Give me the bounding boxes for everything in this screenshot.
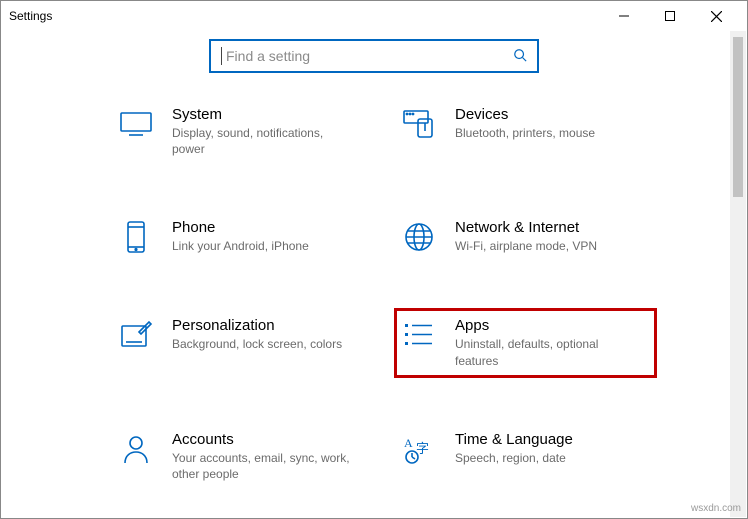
- text-caret: [221, 47, 222, 65]
- settings-window: Settings Find a setting System D: [0, 0, 748, 519]
- devices-icon: [401, 106, 437, 142]
- personalization-icon: [118, 317, 154, 353]
- tile-desc: Uninstall, defaults, optional features: [455, 336, 635, 368]
- window-title: Settings: [9, 9, 52, 23]
- tile-label: Personalization: [172, 317, 342, 334]
- tile-label: Network & Internet: [455, 219, 597, 236]
- search-placeholder: Find a setting: [226, 48, 513, 64]
- maximize-icon: [665, 11, 675, 21]
- tile-desc: Display, sound, notifications, power: [172, 125, 352, 157]
- tile-desc: Bluetooth, printers, mouse: [455, 125, 595, 141]
- tile-label: Devices: [455, 106, 595, 123]
- minimize-button[interactable]: [601, 1, 647, 31]
- tile-desc: Background, lock screen, colors: [172, 336, 342, 352]
- tile-personalization[interactable]: Personalization Background, lock screen,…: [111, 308, 374, 377]
- tile-desc: Your accounts, email, sync, work, other …: [172, 450, 352, 482]
- time-language-icon: A字: [401, 431, 437, 467]
- tile-devices[interactable]: Devices Bluetooth, printers, mouse: [394, 97, 657, 166]
- tile-network[interactable]: Network & Internet Wi-Fi, airplane mode,…: [394, 210, 657, 264]
- vertical-scrollbar[interactable]: [730, 31, 746, 517]
- phone-icon: [118, 219, 154, 255]
- titlebar: Settings: [1, 1, 747, 31]
- network-icon: [401, 219, 437, 255]
- search-icon: [513, 48, 527, 65]
- tile-label: Accounts: [172, 431, 352, 448]
- minimize-icon: [619, 11, 629, 21]
- tile-desc: Wi-Fi, airplane mode, VPN: [455, 238, 597, 254]
- tile-apps[interactable]: Apps Uninstall, defaults, optional featu…: [394, 308, 657, 377]
- tile-desc: Link your Android, iPhone: [172, 238, 309, 254]
- search-container: Find a setting: [1, 31, 747, 97]
- close-icon: [711, 11, 722, 22]
- close-button[interactable]: [693, 1, 739, 31]
- scrollbar-thumb[interactable]: [733, 37, 743, 197]
- apps-icon: [401, 317, 437, 353]
- tile-label: Apps: [455, 317, 635, 334]
- tile-system[interactable]: System Display, sound, notifications, po…: [111, 97, 374, 166]
- search-input[interactable]: Find a setting: [209, 39, 539, 73]
- watermark: wsxdn.com: [691, 503, 741, 514]
- tile-phone[interactable]: Phone Link your Android, iPhone: [111, 210, 374, 264]
- settings-grid: System Display, sound, notifications, po…: [1, 97, 747, 491]
- tile-desc: Speech, region, date: [455, 450, 573, 466]
- tile-label: System: [172, 106, 352, 123]
- tile-label: Phone: [172, 219, 309, 236]
- maximize-button[interactable]: [647, 1, 693, 31]
- tile-label: Time & Language: [455, 431, 573, 448]
- accounts-icon: [118, 431, 154, 467]
- system-icon: [118, 106, 154, 142]
- tile-accounts[interactable]: Accounts Your accounts, email, sync, wor…: [111, 422, 374, 491]
- svg-text:A: A: [404, 436, 413, 450]
- tile-time-language[interactable]: A字 Time & Language Speech, region, date: [394, 422, 657, 491]
